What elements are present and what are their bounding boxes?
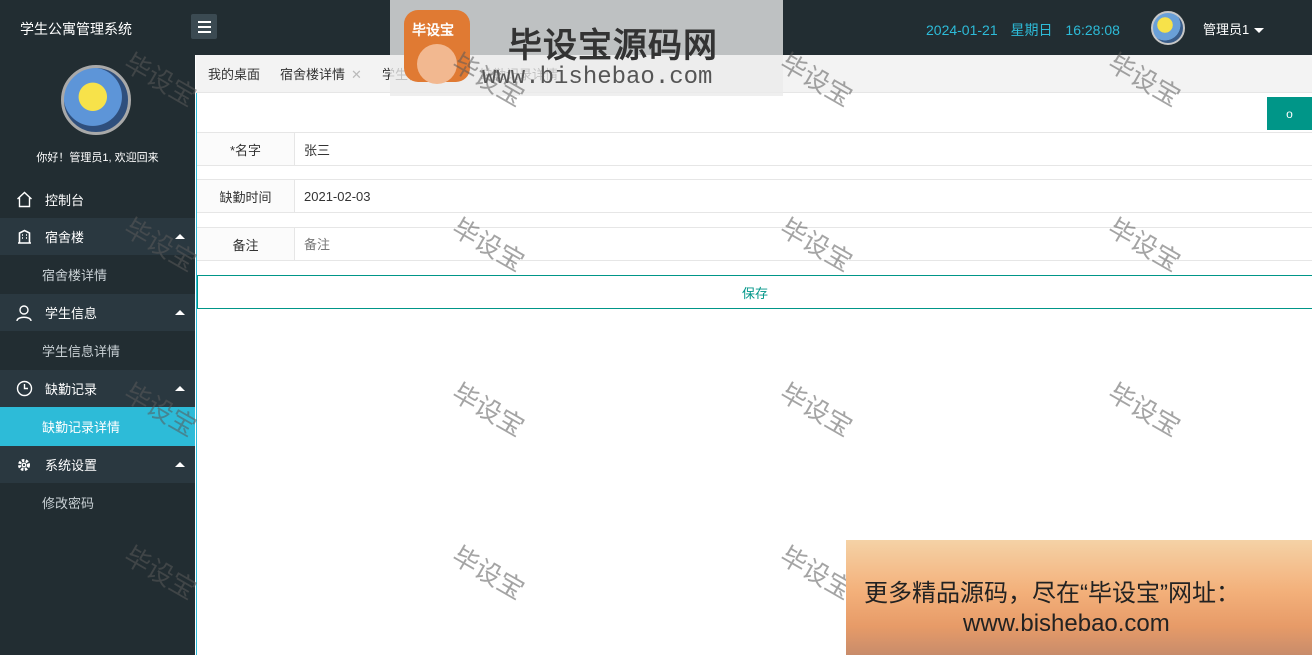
user-icon xyxy=(15,304,33,322)
building-icon xyxy=(15,228,33,246)
sidebar-group-absence[interactable]: 缺勤记录 xyxy=(0,370,195,407)
absence-time-label: 缺勤时间 xyxy=(197,180,295,212)
sidebar-group-settings[interactable]: 系统设置 xyxy=(0,446,195,483)
chevron-up-icon xyxy=(175,462,185,467)
gear-icon xyxy=(15,456,33,474)
form-row-name: *名字 xyxy=(197,132,1312,166)
current-time: 16:28:08 xyxy=(1065,22,1120,38)
refresh-button[interactable]: ο xyxy=(1267,97,1312,130)
datetime-display: 2024-01-21 星期日 16:28:08 xyxy=(926,20,1129,40)
sidebar-item-label: 学生信息 xyxy=(45,306,98,321)
tab-my-desktop[interactable]: 我的桌面 xyxy=(208,64,260,83)
remark-label: 备注 xyxy=(197,228,295,260)
sidebar-item-label: 控制台 xyxy=(45,193,85,208)
hamburger-icon xyxy=(197,20,211,23)
chevron-up-icon xyxy=(175,310,185,315)
current-date: 2024-01-21 xyxy=(926,22,998,38)
sidebar-avatar xyxy=(61,65,131,135)
top-header: 学生公寓管理系统 2024-01-21 星期日 16:28:08 管理员1 xyxy=(0,0,1312,55)
absence-time-input[interactable] xyxy=(295,180,1312,212)
user-avatar[interactable] xyxy=(1151,11,1185,45)
tab-label: 宿舍楼详情 xyxy=(280,67,346,82)
name-label: *名字 xyxy=(197,133,295,165)
app-title: 学生公寓管理系统 xyxy=(20,21,132,37)
user-menu[interactable]: 管理员1 xyxy=(1203,19,1265,38)
sidebar: 你好！管理员1, 欢迎回来 控制台 宿舍楼 宿舍楼详情 学生信息 学生信息详情 xyxy=(0,55,195,655)
name-input[interactable] xyxy=(295,133,1312,165)
chevron-up-icon xyxy=(175,386,185,391)
sidebar-group-dormitory[interactable]: 宿舍楼 xyxy=(0,218,195,255)
tab-absence-details[interactable]: 缺勤记录详情 xyxy=(480,64,558,83)
sidebar-item-label: 宿舍楼 xyxy=(45,230,85,245)
sidebar-item-dashboard[interactable]: 控制台 xyxy=(0,181,195,218)
sidebar-item-dormitory-details[interactable]: 宿舍楼详情 xyxy=(0,255,195,294)
close-icon[interactable]: ✕ xyxy=(351,67,362,82)
tab-dormitory-details[interactable]: 宿舍楼详情 ✕ xyxy=(280,64,362,83)
form-row-absence-time: 缺勤时间 xyxy=(197,179,1312,213)
sidebar-group-students[interactable]: 学生信息 xyxy=(0,294,195,331)
remark-input[interactable] xyxy=(295,228,1312,260)
home-icon xyxy=(15,191,33,209)
form-row-remark: 备注 xyxy=(197,227,1312,261)
menu-toggle-button[interactable] xyxy=(191,14,217,39)
sidebar-item-absence-details[interactable]: 缺勤记录详情 xyxy=(0,407,195,446)
sidebar-item-label: 系统设置 xyxy=(45,458,98,473)
sidebar-item-change-password[interactable]: 修改密码 xyxy=(0,483,195,522)
clock-icon xyxy=(15,380,33,398)
save-button[interactable]: 保存 xyxy=(197,275,1312,309)
welcome-text: 你好！管理员1, 欢迎回来 xyxy=(36,152,159,164)
tab-bar: 我的桌面 宿舍楼详情 ✕ 学生信息详情 缺勤记录详情 xyxy=(196,55,1312,93)
sidebar-item-label: 缺勤记录 xyxy=(45,382,98,397)
chevron-up-icon xyxy=(175,234,185,239)
caret-down-icon xyxy=(1254,28,1265,34)
sidebar-nav: 控制台 宿舍楼 宿舍楼详情 学生信息 学生信息详情 缺勤记录 缺勤记录详情 系统… xyxy=(0,181,195,522)
user-name: 管理员1 xyxy=(1203,22,1250,37)
current-weekday: 星期日 xyxy=(1010,22,1053,38)
sidebar-item-student-details[interactable]: 学生信息详情 xyxy=(0,331,195,370)
main-content: ο *名字 缺勤时间 备注 保存 xyxy=(196,93,1312,655)
tab-student-details[interactable]: 学生信息详情 xyxy=(382,64,460,83)
